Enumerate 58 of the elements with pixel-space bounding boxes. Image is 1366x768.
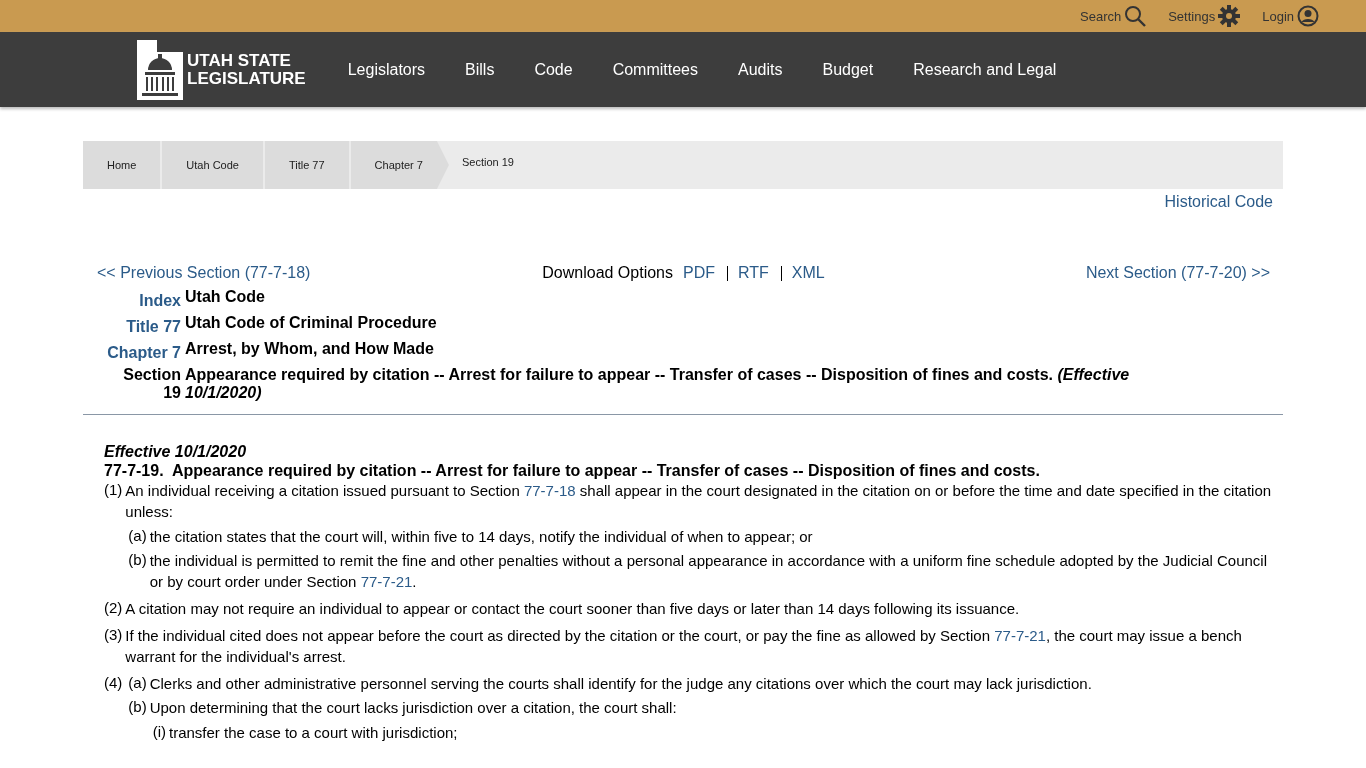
settings-link[interactable]: Settings — [1168, 5, 1241, 27]
heading-label[interactable]: Index — [139, 288, 181, 310]
subsection-number: (b) — [128, 550, 147, 570]
search-icon — [1124, 5, 1147, 27]
subsection-number: (i) — [152, 722, 166, 742]
nav-link[interactable]: Research and Legal — [893, 60, 1077, 79]
section-link[interactable]: 77-7-21 — [994, 627, 1046, 644]
heading-label[interactable]: Title 77 — [126, 314, 181, 336]
user-icon — [1297, 5, 1319, 27]
download-link[interactable]: PDF — [683, 264, 715, 282]
subsection-number: (4) — [104, 673, 123, 693]
subsection-text: the citation states that the court will, within five to 14 days, notify the individual of when to appear; or — [149, 527, 814, 547]
nav-link[interactable]: Code — [514, 60, 593, 79]
previous-section-link[interactable]: << Previous Section (77-7-18) — [97, 264, 543, 282]
breadcrumb[interactable]: Utah Code — [162, 141, 263, 189]
download-options-label: Download Options — [542, 264, 673, 282]
subsection-number: (1) — [104, 480, 123, 500]
historical-code-link[interactable]: Historical Code — [1164, 193, 1273, 254]
nav-link[interactable]: Committees — [592, 60, 718, 79]
section-link[interactable]: 77-7-18 — [523, 482, 576, 499]
subsection-text: If the individual cited does not appear before the court as directed by the citation or the court, or pay the fine as allowed by Section 77-7-21, the court may issue a bench warrant for the individual's arrest. — [125, 626, 1243, 667]
logo-text: LEGISLATURE — [187, 69, 306, 88]
subsection-number: (b) — [128, 697, 147, 717]
breadcrumb[interactable]: Home — [83, 141, 161, 189]
heading-label[interactable]: Section 19 — [115, 366, 181, 402]
subsection-text: A citation may not require an individual to appear or contact the court sooner than five days or later than 14 days following its issuance. — [125, 599, 1021, 619]
subsection-text: Upon determining that the court lacks jurisdiction over a citation, the court shall: — [149, 698, 678, 718]
effective-date: Effective 10/1/2020 — [104, 443, 248, 461]
nav-link[interactable]: Bills — [445, 60, 515, 79]
nav-link[interactable]: Audits — [718, 60, 803, 79]
next-section-link[interactable]: Next Section (77-7-20) >> — [1085, 264, 1270, 281]
logo-text: UTAH STATE — [187, 51, 292, 70]
search-link[interactable]: Search — [1080, 5, 1147, 27]
nav-link[interactable]: Budget — [802, 60, 894, 79]
subsection-number: (a) — [128, 526, 147, 546]
nav-link[interactable]: Legislators — [327, 60, 446, 79]
breadcrumb[interactable]: Title 77 — [264, 141, 349, 189]
subsection-number: (2) — [104, 598, 123, 618]
login-link[interactable]: Login — [1262, 5, 1319, 27]
section-title: 77-7-19. Appearance required by citation -- Arrest for failure to appear -- Transfer of cases -- Disposition of fines and costs. — [104, 461, 1041, 480]
subsection-number: (3) — [104, 625, 123, 645]
site-logo[interactable]: UTAH STATE LEGISLATURE — [137, 39, 306, 100]
heading-title: Appearance required by citation -- Arrest for failure to appear -- Transfer of cases -- Disposition of fines and costs. (Effective 10/1/2020) — [185, 366, 1131, 402]
subsection-text: the individual is permitted to remit the fine and other penalties without a personal appearance in accordance with a uniform fine schedule adopted by the Judicial Council or by court order under Section 77-7-21. — [149, 551, 1269, 592]
download-link[interactable]: RTF — [738, 264, 769, 282]
subsection-text: transfer the case to a court with jurisdiction; — [169, 723, 459, 743]
breadcrumb[interactable]: Section 19 — [450, 141, 538, 189]
heading-title: Utah Code — [185, 288, 266, 306]
settings-icon — [1218, 5, 1241, 27]
heading-title: Arrest, by Whom, and How Made — [185, 340, 435, 358]
breadcrumb[interactable]: Chapter 7 — [350, 141, 449, 189]
heading-title: Utah Code of Criminal Procedure — [185, 314, 438, 332]
subsection-text: Clerks and other administrative personnel serving the courts shall identify for the judge any citations over which the court may lack jurisdiction. — [149, 674, 1093, 694]
capitol-building-icon — [137, 39, 183, 100]
subsection-number: (a) — [128, 673, 147, 693]
heading-label[interactable]: Chapter 7 — [107, 340, 181, 362]
subsection-text: An individual receiving a citation issued pursuant to Section 77-7-18 shall appear in the court designated in the citation on or before the time and date specified in the citation unless: — [125, 481, 1273, 522]
download-link[interactable]: XML — [791, 264, 825, 282]
